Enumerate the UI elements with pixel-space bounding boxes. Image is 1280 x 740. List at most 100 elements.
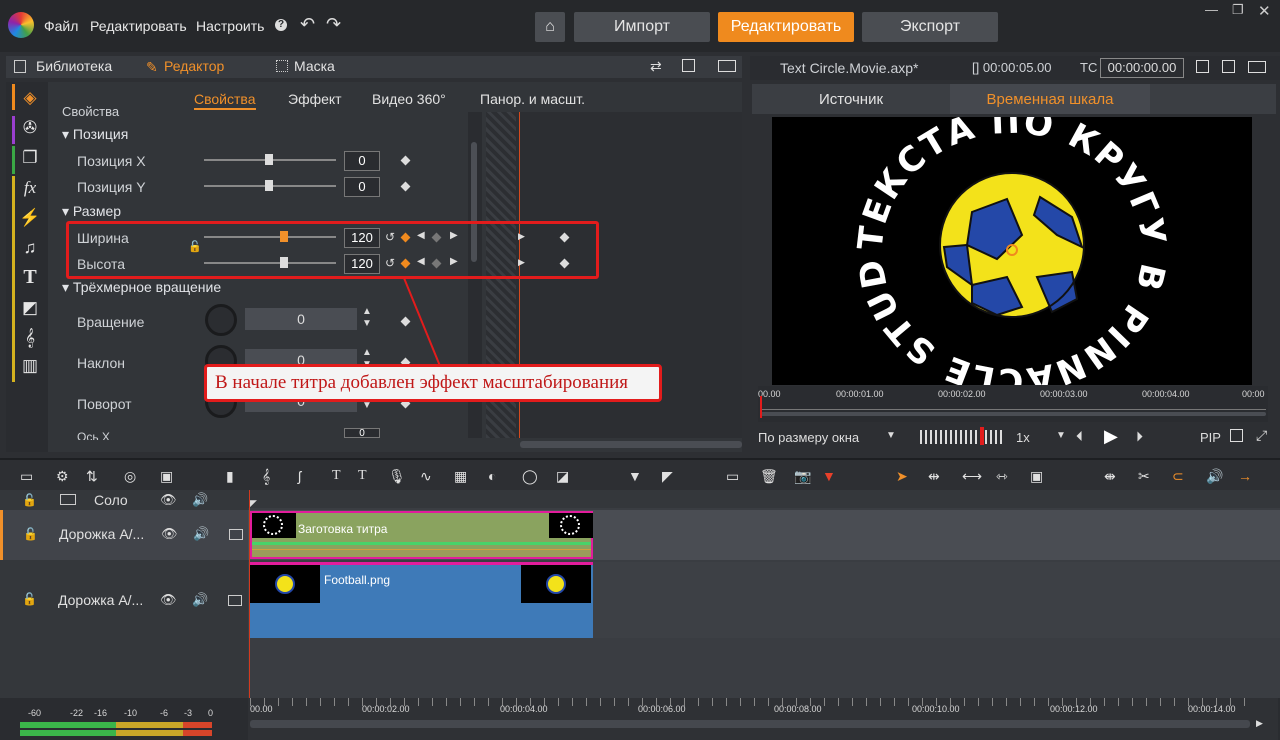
tab-panzoom[interactable]: Панор. и масшт.	[480, 91, 585, 107]
crop-icon[interactable]: ◩	[18, 298, 42, 320]
pos-x-field[interactable]: 0	[344, 151, 380, 171]
tab-properties[interactable]: Свойства	[194, 91, 255, 107]
disc-icon[interactable]: ◎	[124, 468, 136, 485]
magnet-icon[interactable]: ⊂	[1172, 468, 1184, 485]
export-frame-icon[interactable]: ▣	[160, 468, 173, 485]
tab-effect[interactable]: Эффект	[288, 91, 342, 107]
razor-icon[interactable]: ✂	[1138, 468, 1150, 485]
jog-shuttle[interactable]	[920, 430, 1002, 444]
timeline-tracks[interactable]: ◤ Заготовка титра Football.png	[248, 490, 1280, 698]
timeline-playhead[interactable]	[249, 490, 250, 698]
stack-icon[interactable]: ❐	[18, 148, 42, 170]
menu-file[interactable]: Файл	[44, 18, 78, 34]
track-size-icon[interactable]: ⇅	[86, 468, 98, 485]
track-monitor-icon[interactable]	[229, 529, 243, 540]
scorefitter-icon[interactable]: ʃ	[298, 468, 301, 484]
step-forward-icon[interactable]: ⏵	[1136, 428, 1143, 445]
clef-icon[interactable]: 𝄞	[262, 468, 270, 485]
film-reel-icon[interactable]: ✇	[18, 118, 42, 140]
track-header-1[interactable]: 🔓 Дорожка А/... 👁 🔊	[0, 510, 248, 560]
music-icon[interactable]: ♫	[18, 238, 42, 260]
piano-icon[interactable]: ▥	[18, 356, 42, 378]
storyboard-icon[interactable]: ▦	[454, 468, 467, 485]
start-marker-icon[interactable]: ◤	[250, 498, 257, 509]
popout-icon[interactable]	[1222, 60, 1235, 73]
redo-icon[interactable]: ↷	[326, 14, 341, 35]
jog-shuttle-thumb[interactable]	[980, 427, 984, 445]
preview-ruler[interactable]: 00.00 00:00:01.00 00:00:02.00 00:00:03.0…	[758, 386, 1268, 422]
export-button[interactable]: Экспорт	[862, 12, 998, 42]
title-editor-icon[interactable]: T	[358, 468, 367, 484]
section-position[interactable]: ▾ Позиция	[62, 126, 128, 143]
voiceover-icon[interactable]: 🎙	[388, 468, 406, 485]
fx-icon[interactable]: fx	[18, 178, 42, 200]
text-icon[interactable]: T	[18, 266, 42, 288]
tab-mask[interactable]: Маска	[294, 58, 335, 74]
slip-icon[interactable]: ⟷	[962, 468, 982, 485]
solo-label[interactable]: Соло	[94, 492, 128, 508]
title-icon[interactable]: T	[332, 468, 341, 484]
timecode-field[interactable]: 00:00:00.00	[1100, 58, 1184, 78]
rotation-spinner-icon[interactable]: ▲ ▼	[362, 306, 372, 330]
track-monitor-icon[interactable]	[228, 595, 242, 606]
speaker-icon[interactable]: 🔊	[192, 492, 208, 508]
transition-icon[interactable]: ⚡	[18, 208, 42, 230]
insert-icon[interactable]: ▭	[726, 468, 739, 485]
marker-icon[interactable]: ▼	[628, 468, 642, 484]
slide-icon[interactable]: ⇿	[996, 468, 1008, 485]
import-button[interactable]: Импорт	[574, 12, 710, 42]
minimize-icon[interactable]: —	[1205, 2, 1218, 17]
audio-ducking-icon[interactable]: ∿	[420, 468, 432, 485]
close-icon[interactable]: ✕	[1258, 2, 1271, 20]
track-layout-icon[interactable]: ▭	[20, 468, 33, 485]
pos-y-field[interactable]: 0	[344, 177, 380, 197]
video-preview[interactable]: ТЕКСТА ПО КРУГУ В PINNACLE STUDIO НАПИСА…	[772, 117, 1252, 385]
fit-select[interactable]: По размеру окна	[758, 430, 859, 445]
speed-select[interactable]: 1x	[1016, 430, 1030, 445]
help-icon[interactable]: ?	[275, 19, 287, 31]
section-3d-rotation[interactable]: ▾ Трёхмерное вращение	[62, 279, 221, 296]
step-back-icon[interactable]: ⏴	[1076, 428, 1083, 445]
mask-track-icon[interactable]: ◪	[556, 468, 569, 485]
resize-icon[interactable]	[1230, 429, 1243, 442]
undo-icon[interactable]: ↶	[300, 14, 315, 35]
popout-icon[interactable]	[1196, 60, 1209, 73]
play-icon[interactable]: ▶	[1104, 426, 1118, 447]
track-name[interactable]: Дорожка А/...	[58, 592, 143, 608]
rotation-field[interactable]: 0	[245, 308, 357, 330]
audio-scrub-icon[interactable]: 🔊	[1206, 468, 1223, 485]
timeline-hscrollbar[interactable]	[250, 720, 1250, 728]
lock-icon[interactable]: 🔓	[23, 527, 38, 541]
edit-button[interactable]: Редактировать	[718, 12, 854, 42]
preview-scrubber[interactable]	[760, 412, 1266, 416]
restore-icon[interactable]: ❐	[1232, 2, 1244, 18]
rotation-dial[interactable]	[205, 304, 237, 336]
pos-y-slider-thumb[interactable]	[265, 180, 273, 191]
tab-editor[interactable]: Редактор	[164, 58, 224, 74]
pip-button[interactable]: PIP	[1200, 430, 1221, 445]
track-monitor-icon[interactable]	[60, 494, 76, 505]
color-icon[interactable]: ◐	[488, 468, 496, 484]
fullscreen-icon[interactable]: ⤢	[1256, 427, 1267, 444]
track-name[interactable]: Дорожка А/...	[59, 526, 144, 542]
axis-field[interactable]: 0	[344, 428, 380, 438]
marker-red-icon[interactable]: ▼	[822, 468, 836, 484]
audio-mixer-icon[interactable]: ▮	[226, 468, 234, 485]
clip-opacity-line[interactable]	[252, 542, 591, 545]
scroll-right-icon[interactable]: ▶	[1256, 718, 1263, 729]
dynamic-length-icon[interactable]: →	[1238, 468, 1252, 484]
home-button[interactable]: ⌂	[535, 12, 565, 42]
trim-icon[interactable]: ◤	[662, 468, 673, 485]
eye-icon[interactable]: 👁	[161, 526, 178, 542]
tab-library[interactable]: Библиотека	[36, 58, 112, 74]
tab-timeline[interactable]: Временная шкала	[950, 84, 1150, 114]
tab-video360[interactable]: Видео 360°	[372, 91, 446, 107]
title-clip[interactable]: Заготовка титра	[250, 511, 593, 559]
chevron-down-icon[interactable]: ▼	[886, 430, 896, 441]
keyframe-hscrollbar[interactable]	[520, 441, 742, 448]
swap-icon[interactable]: ⇄	[650, 58, 662, 75]
settings-icon[interactable]: ⚙	[56, 468, 69, 485]
eye-icon[interactable]: 👁	[160, 592, 177, 608]
menu-edit[interactable]: Редактировать	[90, 18, 187, 34]
lock-icon[interactable]: 🔓	[22, 592, 37, 606]
